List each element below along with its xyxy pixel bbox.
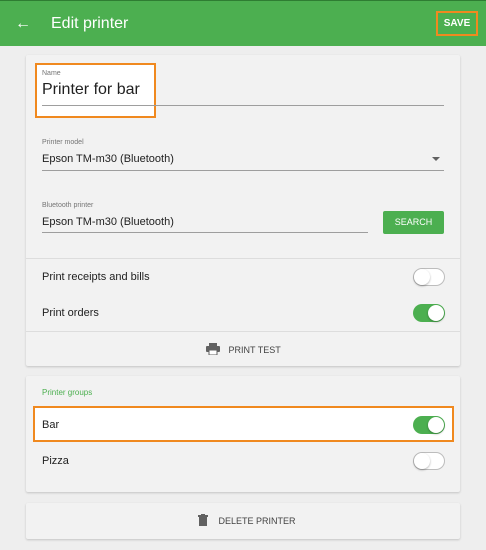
name-input[interactable]: Printer for bar	[42, 81, 140, 99]
print-orders-toggle[interactable]	[413, 304, 445, 322]
toggle-thumb	[428, 417, 444, 433]
printer-model-select[interactable]: Epson TM-m30 (Bluetooth)	[42, 153, 174, 165]
trash-icon	[198, 514, 208, 528]
print-receipts-label: Print receipts and bills	[42, 271, 150, 283]
group-bar-toggle[interactable]	[413, 416, 445, 434]
printer-icon	[206, 343, 220, 357]
bluetooth-printer-underline	[42, 232, 368, 233]
name-underline	[42, 105, 444, 106]
print-test-button[interactable]: PRINT TEST	[206, 343, 281, 357]
divider	[26, 258, 460, 259]
toggle-thumb	[414, 269, 430, 285]
chevron-down-icon[interactable]	[432, 157, 440, 161]
group-pizza-toggle[interactable]	[413, 452, 445, 470]
group-bar-label: Bar	[42, 419, 60, 431]
page-title: Edit printer	[51, 15, 129, 32]
toggle-thumb	[428, 305, 444, 321]
name-label: Name	[42, 70, 61, 77]
divider	[26, 331, 460, 332]
toggle-thumb	[414, 453, 430, 469]
printer-model-underline	[42, 170, 444, 171]
print-orders-label: Print orders	[42, 307, 99, 319]
save-button[interactable]: SAVE	[436, 11, 478, 36]
app-bar: ← Edit printer SAVE	[0, 0, 486, 46]
printer-groups-title: Printer groups	[42, 388, 93, 397]
group-bar-highlight	[33, 406, 454, 442]
delete-printer-button[interactable]: DELETE PRINTER	[198, 514, 296, 528]
back-arrow-icon[interactable]: ←	[14, 15, 32, 33]
delete-printer-label: DELETE PRINTER	[218, 516, 296, 526]
printer-model-label: Printer model	[42, 139, 84, 146]
print-receipts-toggle[interactable]	[413, 268, 445, 286]
search-button[interactable]: SEARCH	[383, 211, 444, 234]
bluetooth-printer-label: Bluetooth printer	[42, 202, 94, 209]
bluetooth-printer-input[interactable]: Epson TM-m30 (Bluetooth)	[42, 216, 174, 228]
print-test-label: PRINT TEST	[228, 345, 281, 355]
group-pizza-label: Pizza	[42, 455, 69, 467]
